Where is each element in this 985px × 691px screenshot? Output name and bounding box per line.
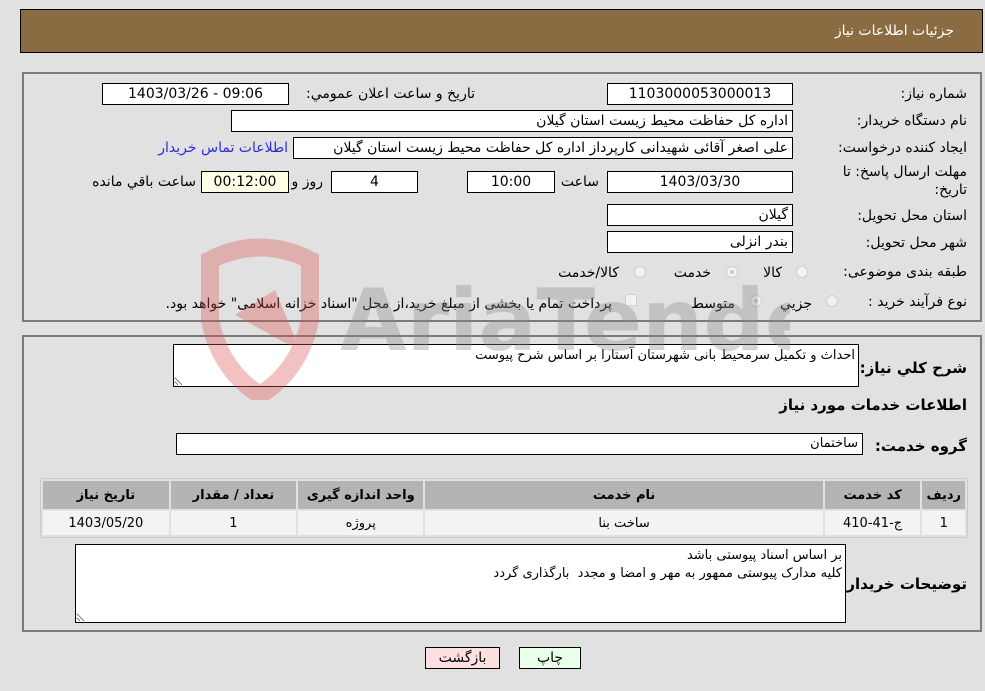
buyer-notes-textarea[interactable] — [75, 544, 846, 623]
deadline-date-field: 1403/03/30 — [607, 171, 793, 193]
need-number-field: 1103000053000013 — [607, 83, 793, 105]
print-button[interactable]: چاپ — [519, 647, 581, 669]
services-table: ردیف کد خدمت نام خدمت واحد اندازه گیری ت… — [40, 478, 968, 538]
service-group-field: ساختمان — [176, 433, 863, 455]
process-option-minor: جزیي — [780, 296, 812, 312]
days-label: روز و — [291, 174, 324, 190]
page-header: جزئیات اطلاعات نیاز — [20, 9, 983, 53]
deadline-label-line2: تاریخ: — [934, 182, 967, 198]
col-header-service-name: نام خدمت — [425, 481, 823, 509]
deadline-time-label: ساعت — [560, 174, 599, 190]
cell-need-date: 1403/05/20 — [43, 511, 169, 535]
remaining-time-field: 00:12:00 — [201, 171, 289, 193]
cell-service-code: ج-41-410 — [824, 511, 921, 535]
category-option-service: خدمت — [673, 265, 711, 281]
buyer-org-label: نام دستگاه خریدار: — [856, 113, 967, 129]
creator-label: ایجاد کننده درخواست: — [838, 140, 967, 156]
cell-quantity: 1 — [170, 511, 297, 535]
province-label: استان محل تحویل: — [857, 208, 967, 224]
category-radio-goods-service[interactable] — [634, 266, 646, 278]
category-option-goods: کالا — [763, 265, 782, 281]
treasury-checkbox[interactable] — [625, 294, 637, 306]
deadline-time-field: 10:00 — [467, 171, 555, 193]
remaining-days-field: 4 — [331, 171, 418, 193]
col-header-quantity: تعداد / مقدار — [170, 481, 297, 509]
process-option-medium: متوسط — [691, 296, 735, 312]
cell-row-number: 1 — [922, 511, 965, 535]
purchase-process-label: نوع فرآیند خرید : — [868, 294, 967, 310]
category-label: طبقه بندی موضوعی: — [843, 264, 967, 280]
category-radio-goods[interactable] — [796, 266, 808, 278]
service-group-label: گروه خدمت: — [874, 437, 967, 455]
city-field: بندر انزلی — [607, 231, 793, 253]
col-header-service-code: کد خدمت — [824, 481, 921, 509]
table-header-row: ردیف کد خدمت نام خدمت واحد اندازه گیری ت… — [43, 481, 965, 509]
services-section-title: اطلاعات خدمات مورد نياز — [779, 396, 967, 414]
city-label: شهر محل تحویل: — [865, 235, 967, 251]
deadline-label-line1: مهلت ارسال پاسخ: تا — [842, 164, 967, 180]
category-radio-service[interactable] — [726, 266, 738, 278]
province-field: گیلان — [607, 204, 793, 226]
treasury-checkbox-label: پرداخت تمام یا بخشی از مبلغ خرید،از محل … — [165, 296, 612, 312]
remaining-time-label: ساعت باقي مانده — [92, 174, 196, 190]
need-number-label: شماره نیاز: — [900, 86, 968, 102]
table-row: 1 ج-41-410 ساخت بنا پروژه 1 1403/05/20 — [43, 511, 965, 535]
col-header-unit: واحد اندازه گیری — [298, 481, 424, 509]
description-textarea[interactable] — [173, 344, 859, 387]
col-header-need-date: تاریخ نیاز — [43, 481, 169, 509]
announce-datetime-field: 1403/03/26 - 09:06 — [102, 83, 289, 105]
page-title: جزئیات اطلاعات نیاز — [834, 23, 954, 39]
buyer-org-field: اداره کل حفاظت محیط زیست استان گیلان — [231, 110, 793, 132]
cell-service-name: ساخت بنا — [425, 511, 823, 535]
col-header-row-number: ردیف — [922, 481, 965, 509]
buyer-notes-label: توضیحات خریدار: — [840, 575, 967, 593]
back-button[interactable]: بازگشت — [425, 647, 500, 669]
buyer-contact-link[interactable]: اطلاعات تماس خریدار — [158, 140, 288, 156]
process-radio-medium[interactable] — [750, 295, 762, 307]
process-radio-minor[interactable] — [826, 295, 838, 307]
cell-unit: پروژه — [298, 511, 424, 535]
announce-datetime-label: تاريخ و ساعت اعلان عمومي: — [306, 86, 475, 102]
deadline-label: مهلت ارسال پاسخ: تا تاریخ: — [843, 163, 967, 199]
creator-field: علی اصغر آقائی شهیدانی کارپرداز اداره کل… — [293, 137, 793, 159]
category-option-goods-service: کالا/خدمت — [558, 265, 619, 281]
description-label: شرح کلي نياز: — [859, 359, 967, 377]
